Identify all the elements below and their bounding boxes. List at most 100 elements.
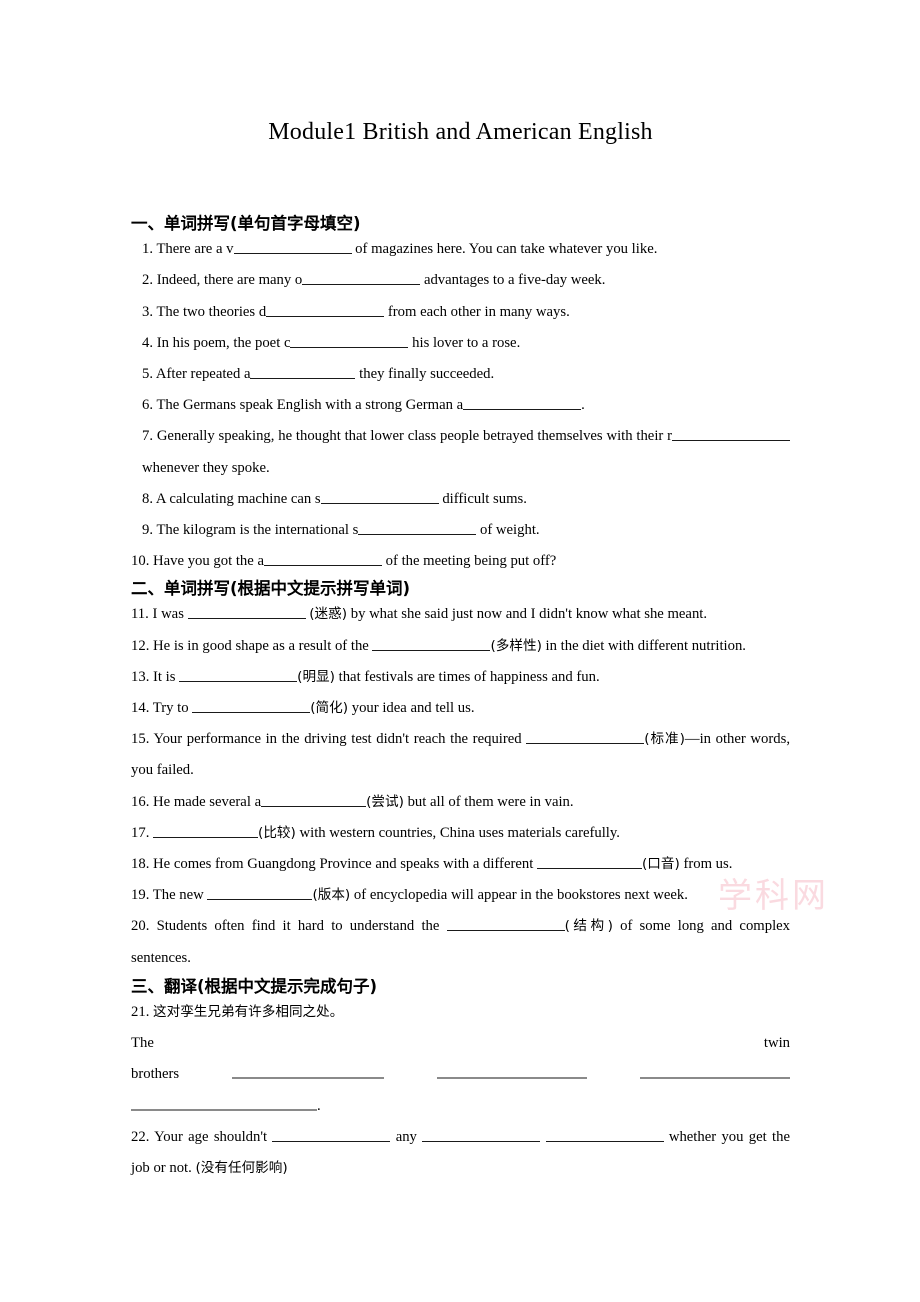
item-number: 21.: [131, 1004, 150, 1020]
item-text-post: difficult sums.: [438, 490, 527, 507]
item-number: 1.: [142, 241, 154, 258]
answer-blank[interactable]: [437, 1064, 588, 1080]
answer-tail-punct: .: [317, 1097, 321, 1114]
item-number: 8.: [142, 490, 154, 507]
question-item: 17. (比较) with western countries, China u…: [131, 818, 790, 849]
item-number: 6.: [142, 397, 154, 414]
item-text-pre: Students often find it hard to understan…: [156, 918, 447, 935]
question-item: 13. It is (明显) that festivals are times …: [131, 662, 790, 693]
item-number: 4.: [142, 334, 154, 351]
item-text-post: in the diet with different nutrition.: [541, 637, 746, 654]
item-hint: (简化): [310, 700, 349, 717]
answer-blank[interactable]: [302, 271, 421, 286]
item-hint: (没有任何影响): [195, 1160, 288, 1177]
item-number: 5.: [142, 365, 154, 382]
item-text-pre: Try to: [152, 700, 193, 717]
question-item: 21. 这对孪生兄弟有许多相同之处。: [131, 997, 790, 1028]
answer-blank[interactable]: [272, 1127, 391, 1142]
answer-blank[interactable]: [320, 489, 439, 504]
answer-blank[interactable]: [672, 427, 790, 442]
item-hint: (标准): [644, 731, 685, 748]
item-number: 18.: [131, 856, 150, 873]
answer-blank[interactable]: [179, 667, 298, 682]
item-hint: (明显): [297, 668, 335, 685]
answer-blank[interactable]: [281, 1095, 317, 1111]
item-number: 19.: [131, 887, 150, 904]
answer-blank[interactable]: [232, 1064, 385, 1080]
item-text-pre: Have you got the a: [153, 553, 264, 570]
page-title: Module1 British and American English: [268, 119, 653, 145]
question-item: 12. He is in good shape as a result of t…: [131, 631, 790, 662]
answer-blank[interactable]: [545, 1127, 664, 1142]
item-text-pre: The two theories d: [156, 303, 267, 320]
item-text-post: from us.: [679, 856, 733, 873]
item-number: 10.: [131, 553, 150, 570]
answer-blank[interactable]: [526, 730, 645, 745]
item-text-post: .: [581, 397, 585, 414]
document-page: 学科网 Module1 British and American English…: [0, 0, 920, 1302]
item-number: 16.: [131, 793, 150, 810]
item-text-post: advantages to a five-day week.: [420, 272, 606, 289]
question-item: 4. In his poem, the poet c his lover to …: [131, 328, 790, 359]
answer-blank[interactable]: [233, 240, 352, 255]
answer-blank[interactable]: [207, 886, 313, 901]
section-heading-1: 一、单词拼写(单句首字母填空): [131, 214, 361, 233]
item-text-post: of the meeting being put off?: [381, 553, 557, 570]
question-item: 18. He comes from Guangdong Province and…: [131, 849, 790, 880]
item-number: 14.: [131, 700, 150, 717]
item-text-pre: Indeed, there are many o: [156, 272, 303, 289]
item-text-mid1: any: [390, 1128, 423, 1145]
answer-line-blanks: brothers .: [131, 1059, 790, 1121]
item-text-pre: I was: [152, 606, 188, 623]
question-item: 11. I was (迷惑) by what she said just now…: [131, 599, 790, 630]
item-prompt: 这对孪生兄弟有许多相同之处。: [153, 1004, 344, 1020]
answer-lead-word-2: brothers: [131, 1066, 180, 1083]
item-hint: (迷惑): [309, 606, 348, 623]
answer-blank[interactable]: [358, 520, 477, 535]
item-hint: (比较): [258, 824, 296, 841]
item-text-post: of encyclopedia will appear in the books…: [350, 887, 688, 904]
item-text-pre: Your age shouldn't: [154, 1128, 273, 1145]
answer-blank[interactable]: [446, 917, 565, 932]
answer-blank[interactable]: [263, 552, 382, 567]
item-text-post: his lover to a rose.: [408, 334, 521, 351]
answer-trail-word: twin: [763, 1035, 790, 1052]
item-text-post: whenever they spoke.: [142, 459, 270, 476]
answer-blank[interactable]: [131, 1095, 281, 1111]
answer-blank[interactable]: [261, 792, 367, 807]
item-text-post: by what she said just now and I didn't k…: [347, 606, 708, 623]
item-number: 11.: [131, 606, 149, 623]
answer-blank[interactable]: [463, 396, 582, 411]
item-hint: (多样性): [490, 637, 542, 654]
question-item: 8. A calculating machine can s difficult…: [131, 484, 790, 515]
item-text-pre: He is in good shape as a result of the: [153, 637, 373, 654]
question-item: 9. The kilogram is the international s o…: [131, 515, 790, 546]
item-text-pre: The kilogram is the international s: [156, 521, 359, 538]
answer-blank[interactable]: [422, 1127, 541, 1142]
answer-blank[interactable]: [250, 364, 356, 379]
answer-lead-word: The: [131, 1035, 154, 1052]
item-number: 3.: [142, 303, 154, 320]
answer-blank[interactable]: [192, 699, 311, 714]
answer-blank[interactable]: [187, 605, 306, 620]
item-number: 13.: [131, 668, 150, 685]
answer-blank[interactable]: [290, 333, 409, 348]
question-item: 14. Try to (简化) your idea and tell us.: [131, 693, 790, 724]
answer-blank[interactable]: [640, 1064, 790, 1080]
question-item: 15. Your performance in the driving test…: [131, 724, 790, 786]
item-number: 20.: [131, 918, 150, 935]
item-hint: (尝试): [366, 793, 404, 810]
answer-blank[interactable]: [153, 823, 259, 838]
item-text-pre: The Germans speak English with a strong …: [156, 397, 464, 414]
item-number: 7.: [142, 428, 154, 445]
question-item: 3. The two theories d from each other in…: [131, 297, 790, 328]
section-heading-2: 二、单词拼写(根据中文提示拼写单词): [131, 579, 411, 599]
answer-blank[interactable]: [266, 302, 385, 317]
section-heading-3: 三、翻译(根据中文提示完成句子): [131, 976, 378, 996]
item-text-post: of weight.: [476, 521, 540, 538]
item-text-pre: The new: [152, 887, 208, 904]
answer-blank[interactable]: [536, 855, 642, 870]
answer-blank[interactable]: [372, 636, 491, 651]
item-text-pre: A calculating machine can s: [155, 490, 321, 507]
question-item: 7. Generally speaking, he thought that l…: [131, 421, 790, 483]
